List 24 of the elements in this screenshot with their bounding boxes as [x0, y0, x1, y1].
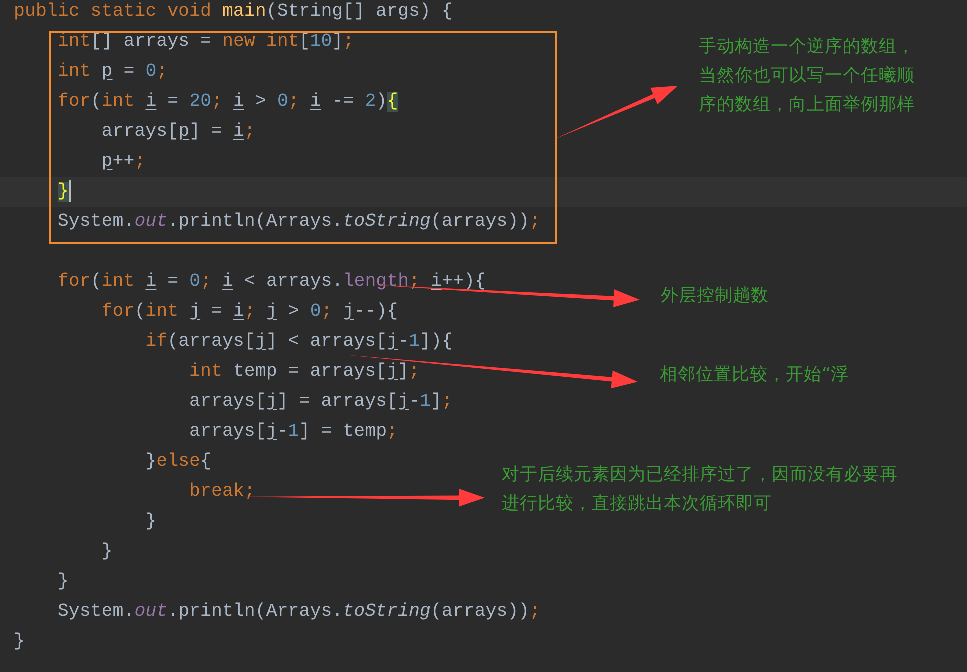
code-line: arrays[p] = i; [100, 121, 256, 144]
code-line: p++; [100, 151, 146, 174]
code-line: }else{ [144, 451, 212, 474]
code-line: if(arrays[j] < arrays[j-1]){ [144, 331, 453, 354]
code-line: break; [188, 481, 256, 504]
code-line: System.out.println(Arrays.toString(arrays)); [56, 601, 541, 624]
code-line: for(int i = 0; i < arrays.length; i++){ [56, 271, 486, 294]
code-line: } [100, 541, 113, 564]
code-line: } [56, 571, 69, 594]
code-line: for(int j = i; j > 0; j--){ [100, 301, 398, 324]
annotation-note: 外层控制趟数 [661, 285, 769, 308]
annotation-note: 手动构造一个逆序的数组， 当然你也可以写一个任曦顺 序的数组，向上面举例那样 [699, 36, 915, 117]
code-line: } [14, 631, 25, 654]
code-line: int temp = arrays[j]; [188, 361, 420, 384]
code-line: arrays[j] = arrays[j-1]; [188, 391, 453, 414]
code-line: public static void main(String[] args) { [14, 1, 453, 24]
code-line: arrays[j-1] = temp; [188, 421, 398, 444]
annotation-note: 对于后续元素因为已经排序过了，因而没有必要再 进行比较，直接跳出本次循环即可 [502, 464, 898, 516]
code-line: System.out.println(Arrays.toString(arrays)); [56, 211, 541, 234]
code-line: } [144, 511, 157, 534]
code-line: int[] arrays = new int[10]; [56, 31, 354, 54]
code-line: for(int i = 20; i > 0; i -= 2){ [56, 91, 398, 114]
code-line: int p = 0; [56, 61, 168, 84]
annotation-note: 相邻位置比较，开始“浮 [660, 364, 850, 387]
